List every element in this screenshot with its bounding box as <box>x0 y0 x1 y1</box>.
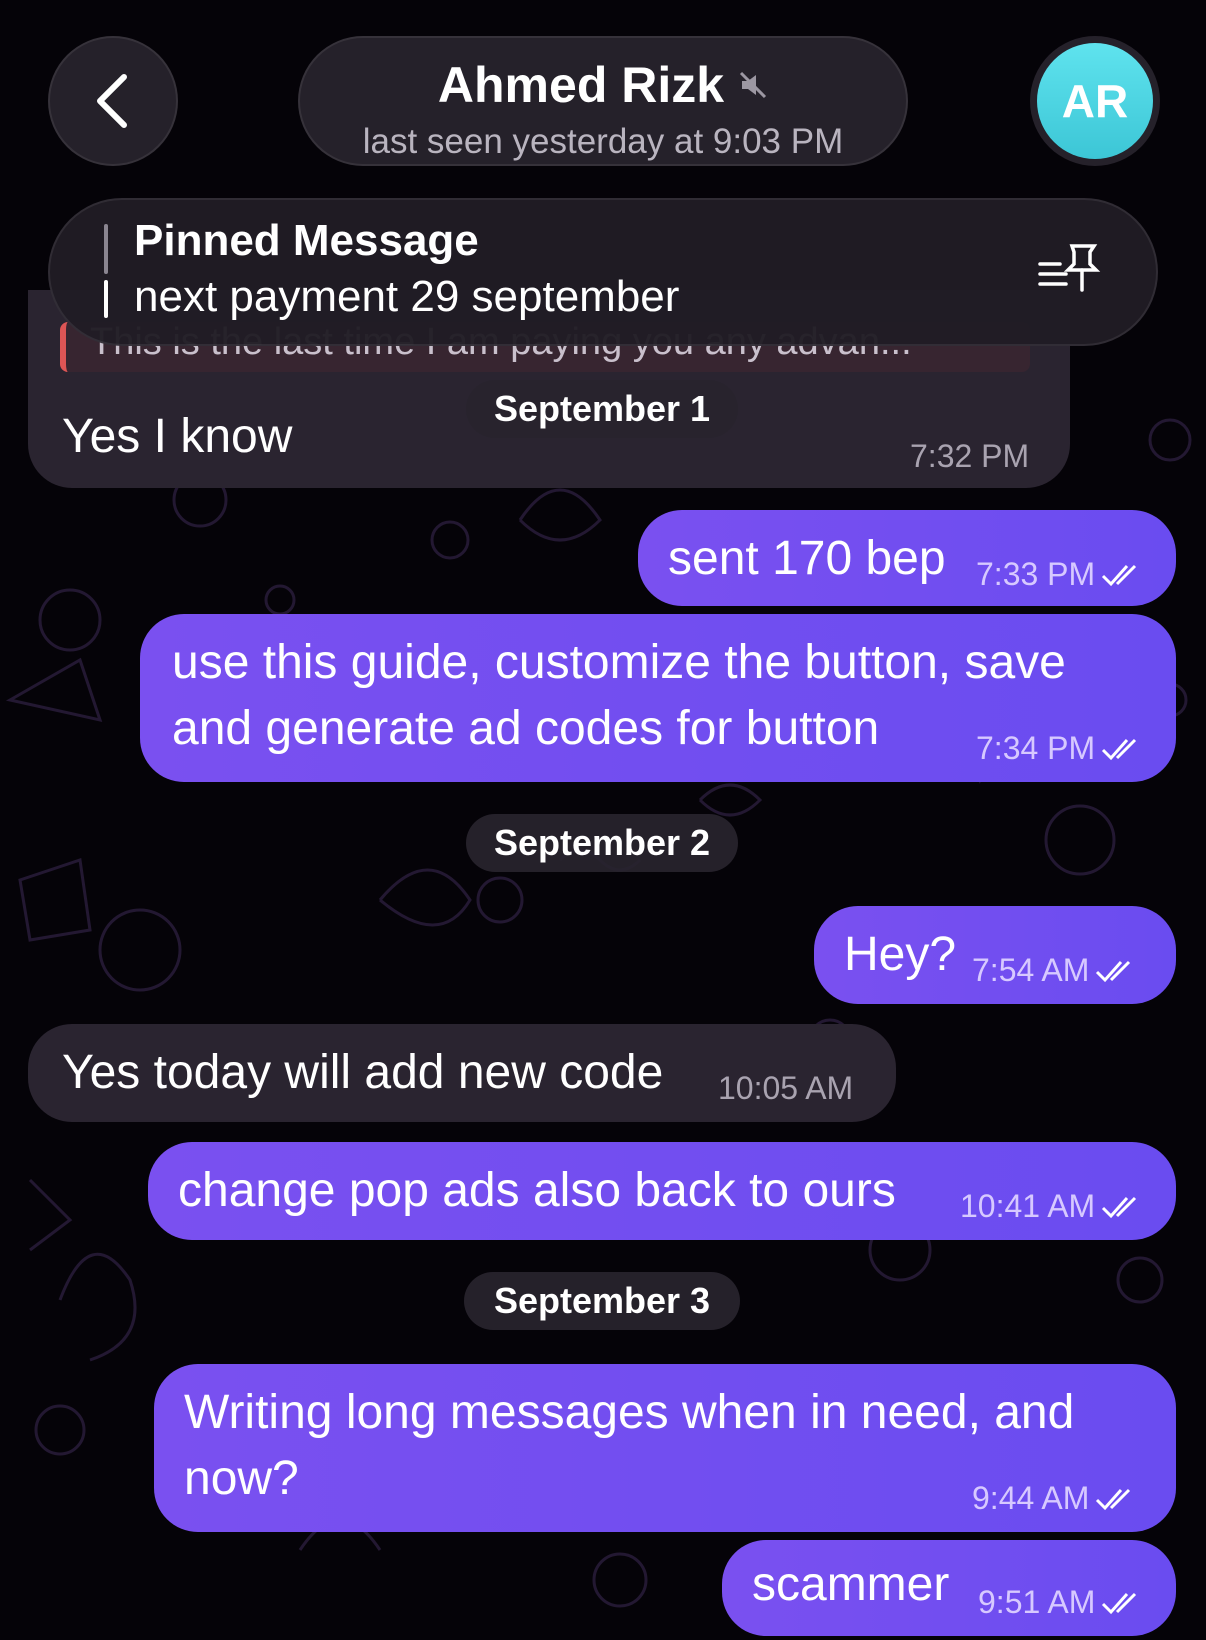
message-time: 7:54 AM <box>972 952 1137 989</box>
pinned-message-bar[interactable]: Pinned Message next payment 29 september <box>48 198 1158 346</box>
message-text-line: Writing long messages when in need, and <box>184 1386 1075 1439</box>
double-check-icon <box>1102 564 1137 586</box>
muted-speaker-icon <box>740 71 767 99</box>
pinned-title: Pinned Message <box>134 216 479 265</box>
chevron-left-icon <box>97 74 127 128</box>
pin-indicator <box>104 224 108 274</box>
message-text-line: and generate ad codes for button <box>172 702 880 755</box>
double-check-icon <box>1102 738 1137 760</box>
double-check-icon <box>1096 1488 1131 1510</box>
date-separator: September 1 <box>466 380 738 438</box>
message-text-line: use this guide, customize the button, sa… <box>172 636 1066 689</box>
pin-list-icon[interactable] <box>1036 240 1106 300</box>
message-time: 9:44 AM <box>972 1480 1137 1517</box>
contact-name: Ahmed Rizk <box>437 57 725 113</box>
time-label: 7:34 PM <box>976 730 1096 766</box>
message-time: 7:33 PM <box>976 556 1143 593</box>
pin-indicator-active <box>104 280 108 318</box>
avatar: AR <box>1037 43 1153 159</box>
contact-avatar-button[interactable]: AR <box>1030 36 1160 166</box>
message-text-line: now? <box>184 1452 299 1505</box>
back-button[interactable] <box>48 36 178 166</box>
double-check-icon <box>1102 1592 1137 1614</box>
double-check-icon <box>1096 960 1131 982</box>
message-text: Hey? <box>844 928 957 981</box>
message-time: 9:51 AM <box>978 1584 1143 1621</box>
time-label: 7:54 AM <box>972 952 1090 988</box>
message-time: 7:32 PM <box>910 438 1030 474</box>
date-separator: September 3 <box>464 1272 740 1330</box>
date-separator: September 2 <box>466 814 738 872</box>
message-time: 7:34 PM <box>976 730 1143 767</box>
message-time: 10:05 AM <box>718 1070 854 1106</box>
double-check-icon <box>1102 1196 1137 1218</box>
last-seen-status: last seen yesterday at 9:03 PM <box>362 122 844 161</box>
time-label: 9:44 AM <box>972 1480 1090 1516</box>
message-text: sent 170 bep <box>668 532 946 585</box>
message-text: scammer <box>752 1558 950 1611</box>
pinned-text: next payment 29 september <box>134 272 680 321</box>
time-label: 9:51 AM <box>978 1584 1096 1620</box>
time-label: 10:41 AM <box>960 1188 1096 1224</box>
message-time: 10:41 AM <box>960 1188 1143 1225</box>
message-text: Yes today will add new code <box>62 1046 664 1099</box>
message-text: change pop ads also back to ours <box>178 1164 896 1217</box>
message-text: Yes I know <box>62 410 293 463</box>
chat-header[interactable]: Ahmed Rizk last seen yesterday at 9:03 P… <box>298 36 908 166</box>
time-label: 7:33 PM <box>976 556 1096 592</box>
